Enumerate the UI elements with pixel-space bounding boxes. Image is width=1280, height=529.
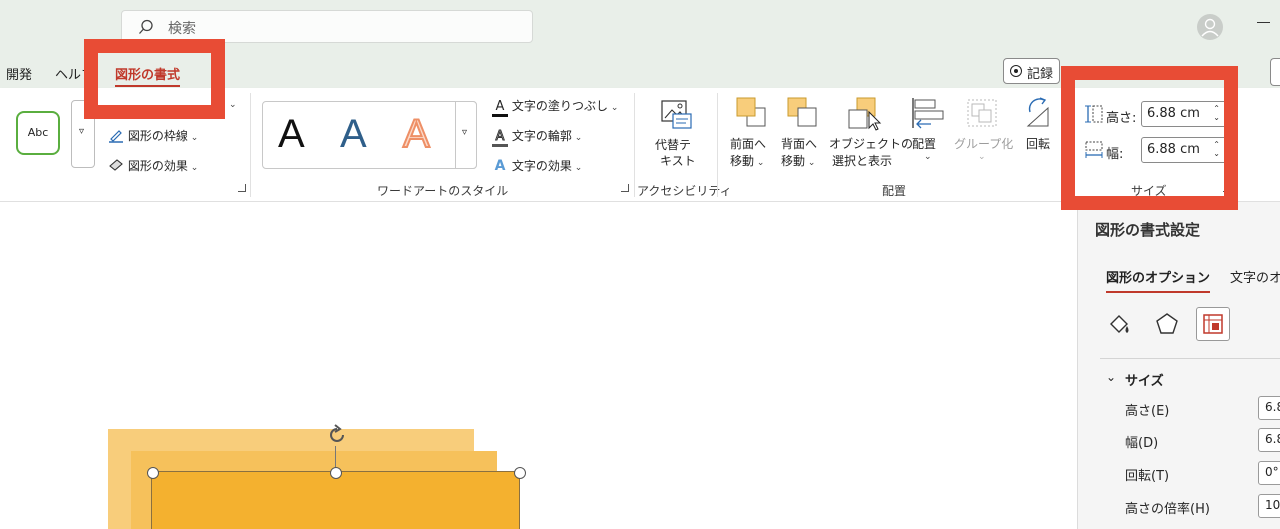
align-button[interactable]: 配置 ⌄ <box>906 96 948 172</box>
resize-handle[interactable] <box>147 467 159 479</box>
pane-width-value: 6.88 <box>1265 432 1280 446</box>
wordart-style-blue[interactable]: A <box>340 112 367 157</box>
text-outline-icon: A <box>492 129 508 147</box>
text-fill-icon: A <box>492 100 508 117</box>
align-caret-icon: ⌄ <box>924 152 932 162</box>
tab-develop[interactable]: 開発 <box>6 64 32 83</box>
highlight-box-size <box>1061 66 1238 210</box>
shape-effects-label: 図形の効果 <box>127 159 188 173</box>
size-section-chevron-icon[interactable]: ⌄ <box>1106 370 1116 384</box>
pane-width-label: 幅(D) <box>1125 436 1159 451</box>
pane-scale-height-label: 高さの倍率(H) <box>1125 502 1210 517</box>
shape-style-preview-label: Abc <box>27 126 49 139</box>
text-effects-label: 文字の効果 <box>511 159 572 173</box>
selection-pane-label-1: オブジェクトの <box>829 137 914 151</box>
pane-width-input[interactable]: 6.88 <box>1258 428 1280 452</box>
fill-line-icon[interactable] <box>1105 310 1133 338</box>
wordart-style-black[interactable]: A <box>278 112 305 157</box>
align-label: 配置 <box>912 137 937 151</box>
pane-divider <box>1100 358 1280 359</box>
minimize-icon[interactable] <box>1257 22 1270 23</box>
shape-effects-icon <box>109 159 123 171</box>
text-fill-button[interactable]: A 文字の塗りつぶし ⌄ <box>492 97 618 117</box>
pane-height-input[interactable]: 6.88 <box>1258 396 1280 420</box>
record-button[interactable]: 記録 <box>1003 58 1060 84</box>
wordart-gallery-more-button[interactable]: ▿ <box>455 101 477 169</box>
shape-style-preview[interactable]: Abc <box>16 111 60 155</box>
size-properties-tab[interactable] <box>1196 307 1230 341</box>
send-backward-icon <box>787 97 817 127</box>
divider <box>717 93 718 197</box>
tab-shape-options[interactable]: 図形のオプション <box>1106 267 1211 293</box>
account-avatar-icon[interactable] <box>1197 14 1223 40</box>
pane-title: 図形の書式設定 <box>1095 221 1201 239</box>
pane-rotation-label: 回転(T) <box>1125 469 1170 484</box>
text-effects-icon: A <box>494 158 506 174</box>
resize-handle[interactable] <box>514 467 526 479</box>
bring-forward-button[interactable]: 前面へ 移動 ⌄ <box>727 96 773 172</box>
wordart-group-label: ワードアートのスタイル <box>377 184 509 198</box>
group-caret-icon: ⌄ <box>978 152 986 162</box>
selection-pane-label-2: 選択と表示 <box>832 154 893 168</box>
size-properties-icon <box>1203 314 1223 334</box>
group-icon <box>967 99 997 127</box>
arrange-group-label: 配置 <box>882 184 907 198</box>
text-outline-button[interactable]: A 文字の輪郭 ⌄ <box>492 127 582 147</box>
alt-text-label-2: キスト <box>660 154 696 168</box>
resize-handle[interactable] <box>330 467 342 479</box>
rotate-label: 回転 <box>1026 137 1051 151</box>
pane-rotation-value: 0° <box>1265 465 1279 479</box>
send-backward-button[interactable]: 背面へ 移動 ⌄ <box>778 96 824 172</box>
rotate-button[interactable]: 回転 <box>1020 96 1060 172</box>
align-icon <box>912 98 944 129</box>
shape-fill-caret-icon[interactable]: ⌄ <box>229 100 237 110</box>
record-icon <box>1010 65 1022 77</box>
wordart-launcher-icon[interactable] <box>621 184 629 192</box>
text-outline-label: 文字の輪郭 <box>511 129 572 143</box>
selection-pane-icon <box>848 97 882 131</box>
bring-forward-label-1: 前面へ <box>730 137 767 151</box>
format-shape-pane: 図形の書式設定 図形のオプション 文字のオプション ⌄ サイズ 高さ(E) 6.… <box>1077 202 1280 529</box>
bring-forward-icon <box>736 97 766 127</box>
search-icon <box>139 19 153 34</box>
divider <box>634 93 635 197</box>
shape-outline-button[interactable]: 図形の枠線 ⌄ <box>108 127 198 144</box>
effects-pentagon-icon[interactable] <box>1153 310 1181 338</box>
shape-styles-launcher-icon[interactable] <box>238 184 246 192</box>
pane-scale-height-value: 100 <box>1265 498 1280 512</box>
pane-rotation-input[interactable]: 0° <box>1258 461 1280 485</box>
wordart-style-orange[interactable]: A <box>402 111 431 157</box>
selection-pane-button[interactable]: オブジェクトの 選択と表示 <box>827 96 913 172</box>
pane-scale-height-input[interactable]: 100 <box>1258 494 1280 518</box>
pen-icon <box>109 130 123 143</box>
rotate-icon <box>1026 97 1049 127</box>
bring-forward-label-2: 移動 ⌄ <box>730 154 765 168</box>
share-button[interactable] <box>1270 58 1280 86</box>
rotate-handle-icon[interactable] <box>326 424 348 446</box>
text-effects-button[interactable]: A 文字の効果 ⌄ <box>492 157 583 174</box>
size-section-header[interactable]: サイズ <box>1125 370 1164 389</box>
gallery-more-icon: ▿ <box>462 127 468 138</box>
alt-text-icon <box>661 100 692 129</box>
shape-effects-button[interactable]: 図形の効果 ⌄ <box>108 157 198 174</box>
group-button[interactable]: グループ化 ⌄ <box>952 96 1014 172</box>
highlight-box-tab <box>84 39 225 119</box>
text-fill-label: 文字の塗りつぶし <box>511 99 608 113</box>
shape-outline-label: 図形の枠線 <box>127 129 188 143</box>
alt-text-button[interactable]: 代替テ キスト <box>652 98 700 170</box>
alt-text-label-1: 代替テ <box>655 138 692 152</box>
gallery-more-icon: ▿ <box>79 126 85 137</box>
selected-shape[interactable] <box>151 471 520 529</box>
pane-height-value: 6.88 <box>1265 400 1280 414</box>
record-label: 記録 <box>1027 67 1054 82</box>
divider <box>250 93 251 197</box>
tab-text-options[interactable]: 文字のオプション <box>1230 267 1280 286</box>
group-label: グループ化 <box>954 137 1014 151</box>
search-placeholder: 検索 <box>168 21 196 37</box>
pane-height-label: 高さ(E) <box>1125 404 1170 419</box>
send-backward-label-1: 背面へ <box>781 137 818 151</box>
send-backward-label-2: 移動 ⌄ <box>781 154 816 168</box>
